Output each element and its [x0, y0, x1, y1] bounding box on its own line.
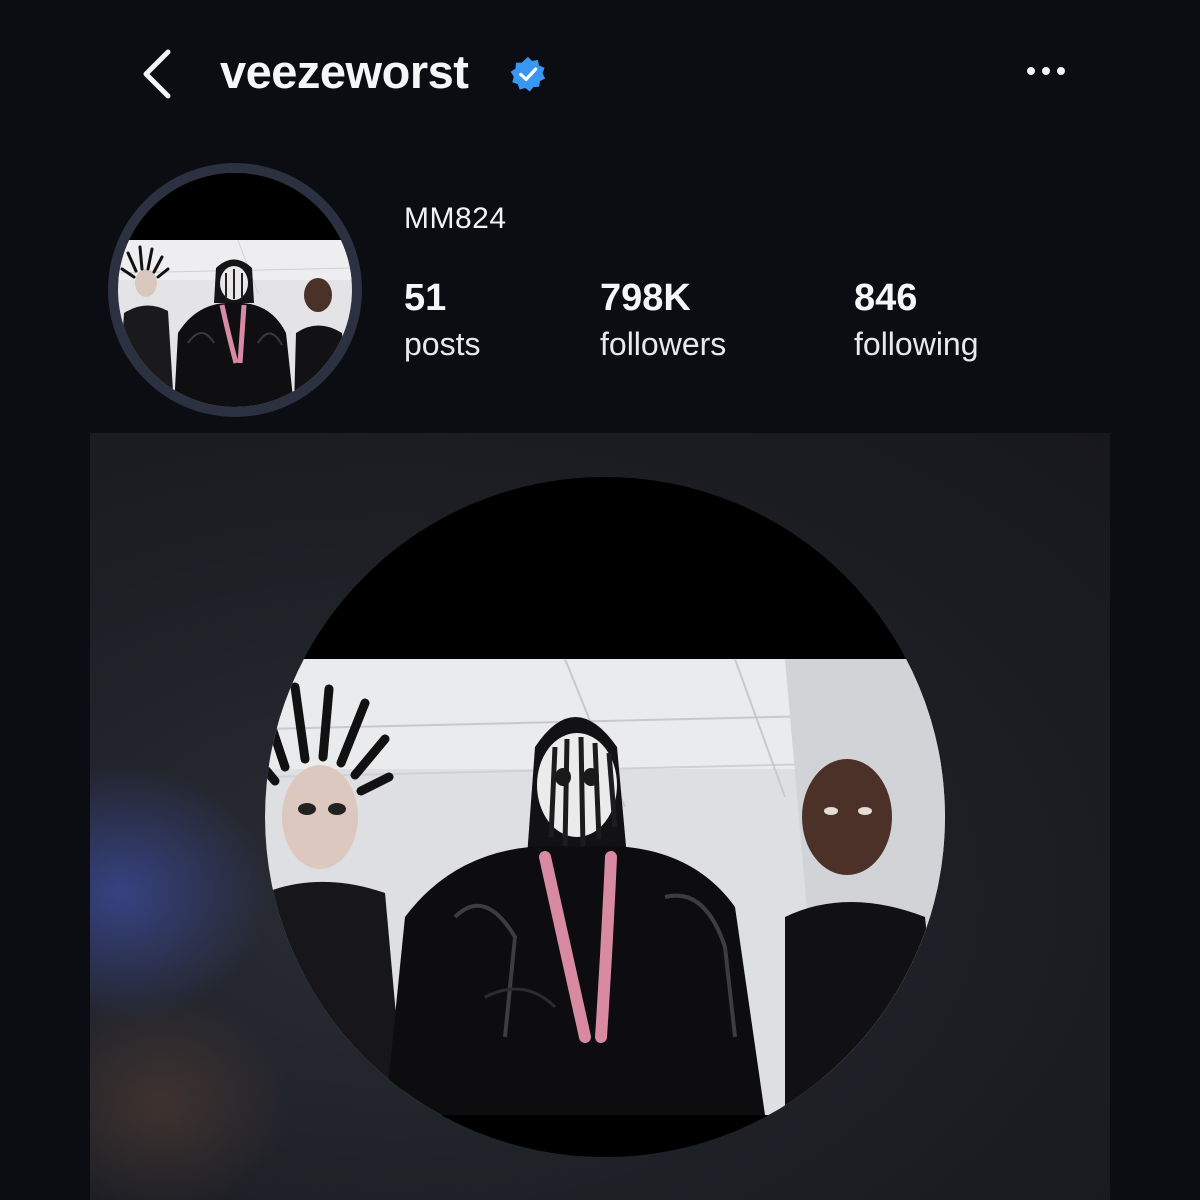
followers-label: followers: [600, 326, 727, 362]
followers-count: 798K: [600, 277, 691, 319]
posts-label: posts: [404, 326, 481, 362]
followers-stat[interactable]: 798K followers: [600, 276, 726, 366]
verified-badge-icon: [510, 56, 546, 92]
avatar-photo: [118, 173, 352, 407]
back-button[interactable]: [138, 46, 178, 102]
following-label: following: [854, 326, 979, 362]
more-horizontal-icon: [1027, 67, 1065, 75]
posts-stat[interactable]: 51 posts: [404, 276, 480, 366]
profile-page: veezeworst MM824 51 posts 798K followers…: [0, 0, 1200, 1200]
following-count: 846: [854, 277, 918, 319]
enlarged-avatar: [265, 477, 945, 1157]
more-options-button[interactable]: [1022, 56, 1070, 86]
posts-count: 51: [404, 277, 447, 319]
avatar: [118, 173, 352, 407]
profile-picture-preview[interactable]: [90, 433, 1110, 1200]
profile-avatar-button[interactable]: [108, 163, 362, 417]
preview-blur-glow-warm: [90, 993, 290, 1200]
preview-blur-glow: [90, 763, 270, 1023]
profile-username: veezeworst: [220, 45, 469, 98]
enlarged-avatar-photo: [265, 477, 945, 1157]
following-stat[interactable]: 846 following: [854, 276, 979, 366]
display-name: MM824: [404, 202, 507, 235]
chevron-left-icon: [143, 49, 171, 99]
